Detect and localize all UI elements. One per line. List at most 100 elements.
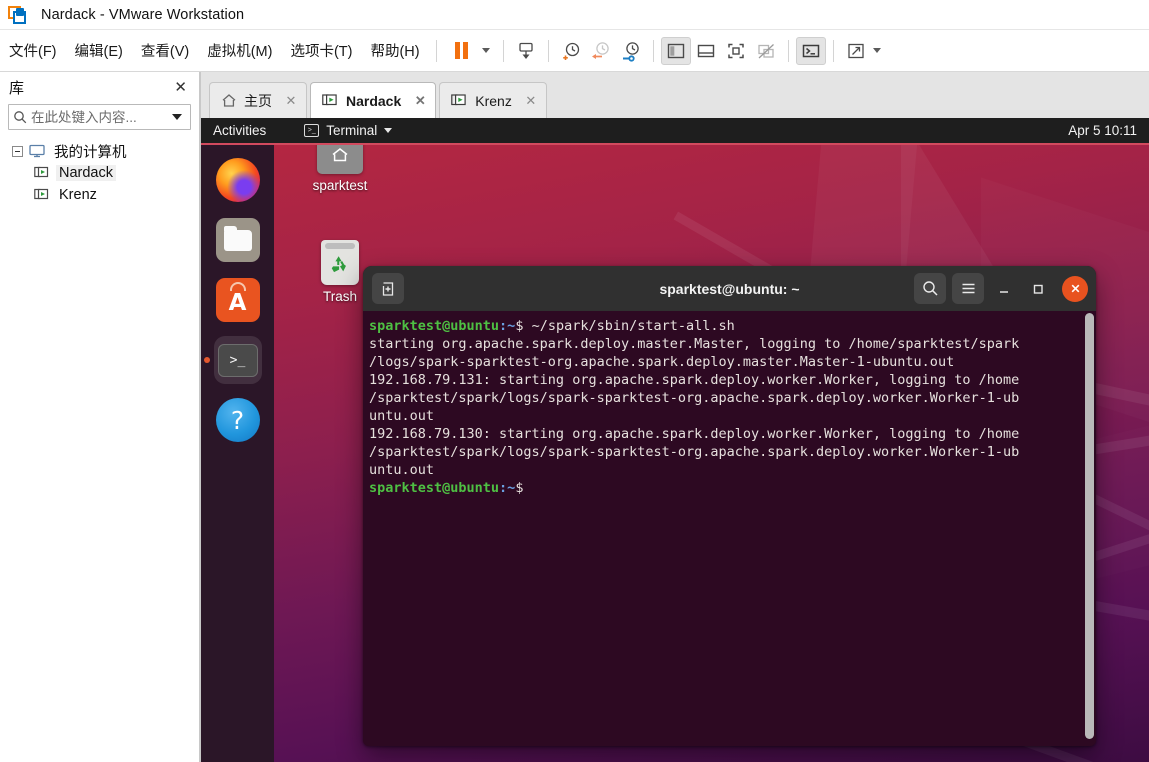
- terminal-icon: >_: [304, 124, 320, 137]
- menu-vm[interactable]: 虚拟机(M): [198, 37, 281, 64]
- dock-item-software[interactable]: A: [214, 276, 262, 324]
- library-search-box[interactable]: [8, 104, 191, 130]
- snapshot-revert-button[interactable]: [586, 37, 616, 65]
- stretch-dropdown-caret-down-icon[interactable]: [872, 48, 881, 53]
- terminal-line: 192.168.79.130: starting org.apache.spar…: [369, 426, 1020, 442]
- search-dropdown-caret-down-icon[interactable]: [172, 114, 182, 120]
- search-icon: [922, 281, 938, 296]
- toolbar-divider: [652, 39, 654, 62]
- stretch-view-button[interactable]: [841, 37, 871, 65]
- terminal-prompt-symbol: $ ~/spark/sbin/start-all.sh: [515, 318, 735, 334]
- dock-item-files[interactable]: [214, 216, 262, 264]
- terminal-line: untu.out: [369, 462, 435, 478]
- tab-label: 主页: [244, 92, 272, 109]
- desktop-icon-label: sparktest: [312, 178, 368, 193]
- terminal-prompt-user: sparktest@ubuntu: [369, 318, 500, 334]
- toolbar-divider: [547, 39, 549, 62]
- terminal-search-button[interactable]: [914, 273, 946, 304]
- snapshot-take-button[interactable]: [511, 37, 541, 65]
- tree-root-my-computer[interactable]: 我的计算机: [6, 140, 193, 162]
- caret-down-icon: [384, 128, 393, 133]
- snapshot-wrench-icon: [622, 41, 639, 62]
- dock-item-help[interactable]: ?: [214, 396, 262, 444]
- tab-close-icon[interactable]: ✕: [284, 93, 298, 109]
- console-view-button[interactable]: [795, 36, 826, 65]
- show-library-button[interactable]: [660, 36, 691, 65]
- terminal-line: /sparktest/spark/logs/spark-sparktest-or…: [369, 390, 1020, 406]
- pause-dropdown-caret-down-icon[interactable]: [481, 48, 490, 53]
- terminal-line: sparktest@ubuntu:~$: [369, 479, 1096, 497]
- vm-icon: [34, 188, 50, 202]
- trash-icon: [321, 240, 359, 285]
- tab-label: Krenz: [475, 92, 512, 109]
- menu-view[interactable]: 查看(V): [132, 37, 198, 64]
- terminal-output: sparktest@ubuntu:~$ ~/spark/sbin/start-a…: [366, 317, 1096, 497]
- vm-icon: [451, 93, 468, 108]
- library-close-button[interactable]: ✕: [170, 78, 191, 96]
- app-menu-terminal[interactable]: >_ Terminal: [304, 123, 393, 138]
- terminal-line: sparktest@ubuntu:~$ ~/spark/sbin/start-a…: [369, 317, 1096, 335]
- terminal-prompt-path: :~: [499, 318, 516, 334]
- terminal-menu-button[interactable]: [952, 273, 984, 304]
- toolbar-divider: [832, 39, 834, 62]
- terminal-close-button[interactable]: [1062, 275, 1088, 302]
- close-icon: [1071, 284, 1079, 293]
- fullscreen-button[interactable]: [721, 37, 751, 65]
- terminal-line: starting org.apache.spark.deploy.master.…: [369, 336, 1020, 352]
- library-sidebar: 库 ✕ 在此处键入内容... 我的计算机 Nardack Krenz: [0, 72, 200, 762]
- menu-help[interactable]: 帮助(H): [361, 37, 428, 64]
- library-title: 库: [9, 79, 25, 97]
- panel-bottom-icon: [697, 44, 714, 57]
- menu-edit[interactable]: 编辑(E): [66, 37, 132, 64]
- dock-item-terminal[interactable]: >_: [213, 336, 262, 384]
- gnome-top-bar: Activities >_ Terminal Apr 5 10:11: [201, 118, 1149, 143]
- terminal-minimize-button[interactable]: [990, 275, 1018, 303]
- terminal-prompt-user: sparktest@ubuntu: [369, 480, 500, 496]
- dock-item-firefox[interactable]: [214, 156, 262, 204]
- new-tab-icon: [382, 281, 394, 296]
- terminal-body[interactable]: sparktest@ubuntu:~$ ~/spark/sbin/start-a…: [363, 311, 1096, 746]
- terminal-scrollbar[interactable]: [1085, 313, 1094, 744]
- guest-screen: Activities >_ Terminal Apr 5 10:11 A >_ …: [200, 118, 1149, 762]
- vm-icon: [34, 166, 50, 180]
- tree-expander-icon[interactable]: [12, 145, 23, 157]
- tree-root-label: 我的计算机: [54, 144, 127, 161]
- firefox-icon: [215, 158, 260, 202]
- snapshot-settings-button[interactable]: [616, 37, 646, 65]
- snapshot-manager-button[interactable]: [556, 37, 586, 65]
- tab-close-icon[interactable]: ✕: [413, 93, 427, 109]
- sidebar-item-nardack[interactable]: Nardack: [6, 162, 193, 184]
- help-icon: ?: [215, 398, 260, 442]
- sidebar-item-krenz[interactable]: Krenz: [6, 184, 193, 206]
- unity-mode-button[interactable]: [751, 37, 781, 65]
- minimize-icon: [1000, 290, 1008, 293]
- console-prompt-icon: [802, 44, 819, 57]
- new-tab-button[interactable]: [372, 273, 404, 304]
- stretch-arrows-icon: [847, 43, 864, 58]
- terminal-line: /logs/spark-sparktest-org.apache.spark.d…: [369, 354, 955, 370]
- toolbar-divider: [787, 39, 789, 62]
- sidebar-item-label: Nardack: [56, 165, 116, 181]
- unity-off-icon: [757, 43, 774, 58]
- show-thumbnail-bar-button[interactable]: [691, 37, 721, 65]
- tab-label: Nardack: [346, 92, 402, 109]
- menu-file[interactable]: 文件(F): [0, 37, 66, 64]
- pause-button[interactable]: [444, 37, 480, 65]
- search-icon: [9, 110, 31, 124]
- ubuntu-dock: A >_ ?: [201, 145, 274, 762]
- menu-tabs[interactable]: 选项卡(T): [281, 37, 361, 64]
- search-input[interactable]: [31, 109, 168, 125]
- activities-button[interactable]: Activities: [213, 123, 266, 138]
- tab-nardack[interactable]: Nardack ✕: [310, 82, 437, 118]
- tab-home[interactable]: 主页 ✕: [209, 82, 307, 118]
- scrollbar-thumb[interactable]: [1085, 313, 1094, 739]
- tab-krenz[interactable]: Krenz ✕: [439, 82, 547, 118]
- terminal-line: 192.168.79.131: starting org.apache.spar…: [369, 372, 1020, 388]
- snapshot-clock-plus-icon: [562, 42, 579, 60]
- clock[interactable]: Apr 5 10:11: [1068, 118, 1137, 143]
- library-header: 库 ✕: [0, 72, 199, 102]
- terminal-maximize-button[interactable]: [1024, 275, 1052, 303]
- tab-close-icon[interactable]: ✕: [524, 93, 538, 109]
- computer-icon: [29, 144, 45, 158]
- hamburger-menu-icon: [962, 283, 974, 294]
